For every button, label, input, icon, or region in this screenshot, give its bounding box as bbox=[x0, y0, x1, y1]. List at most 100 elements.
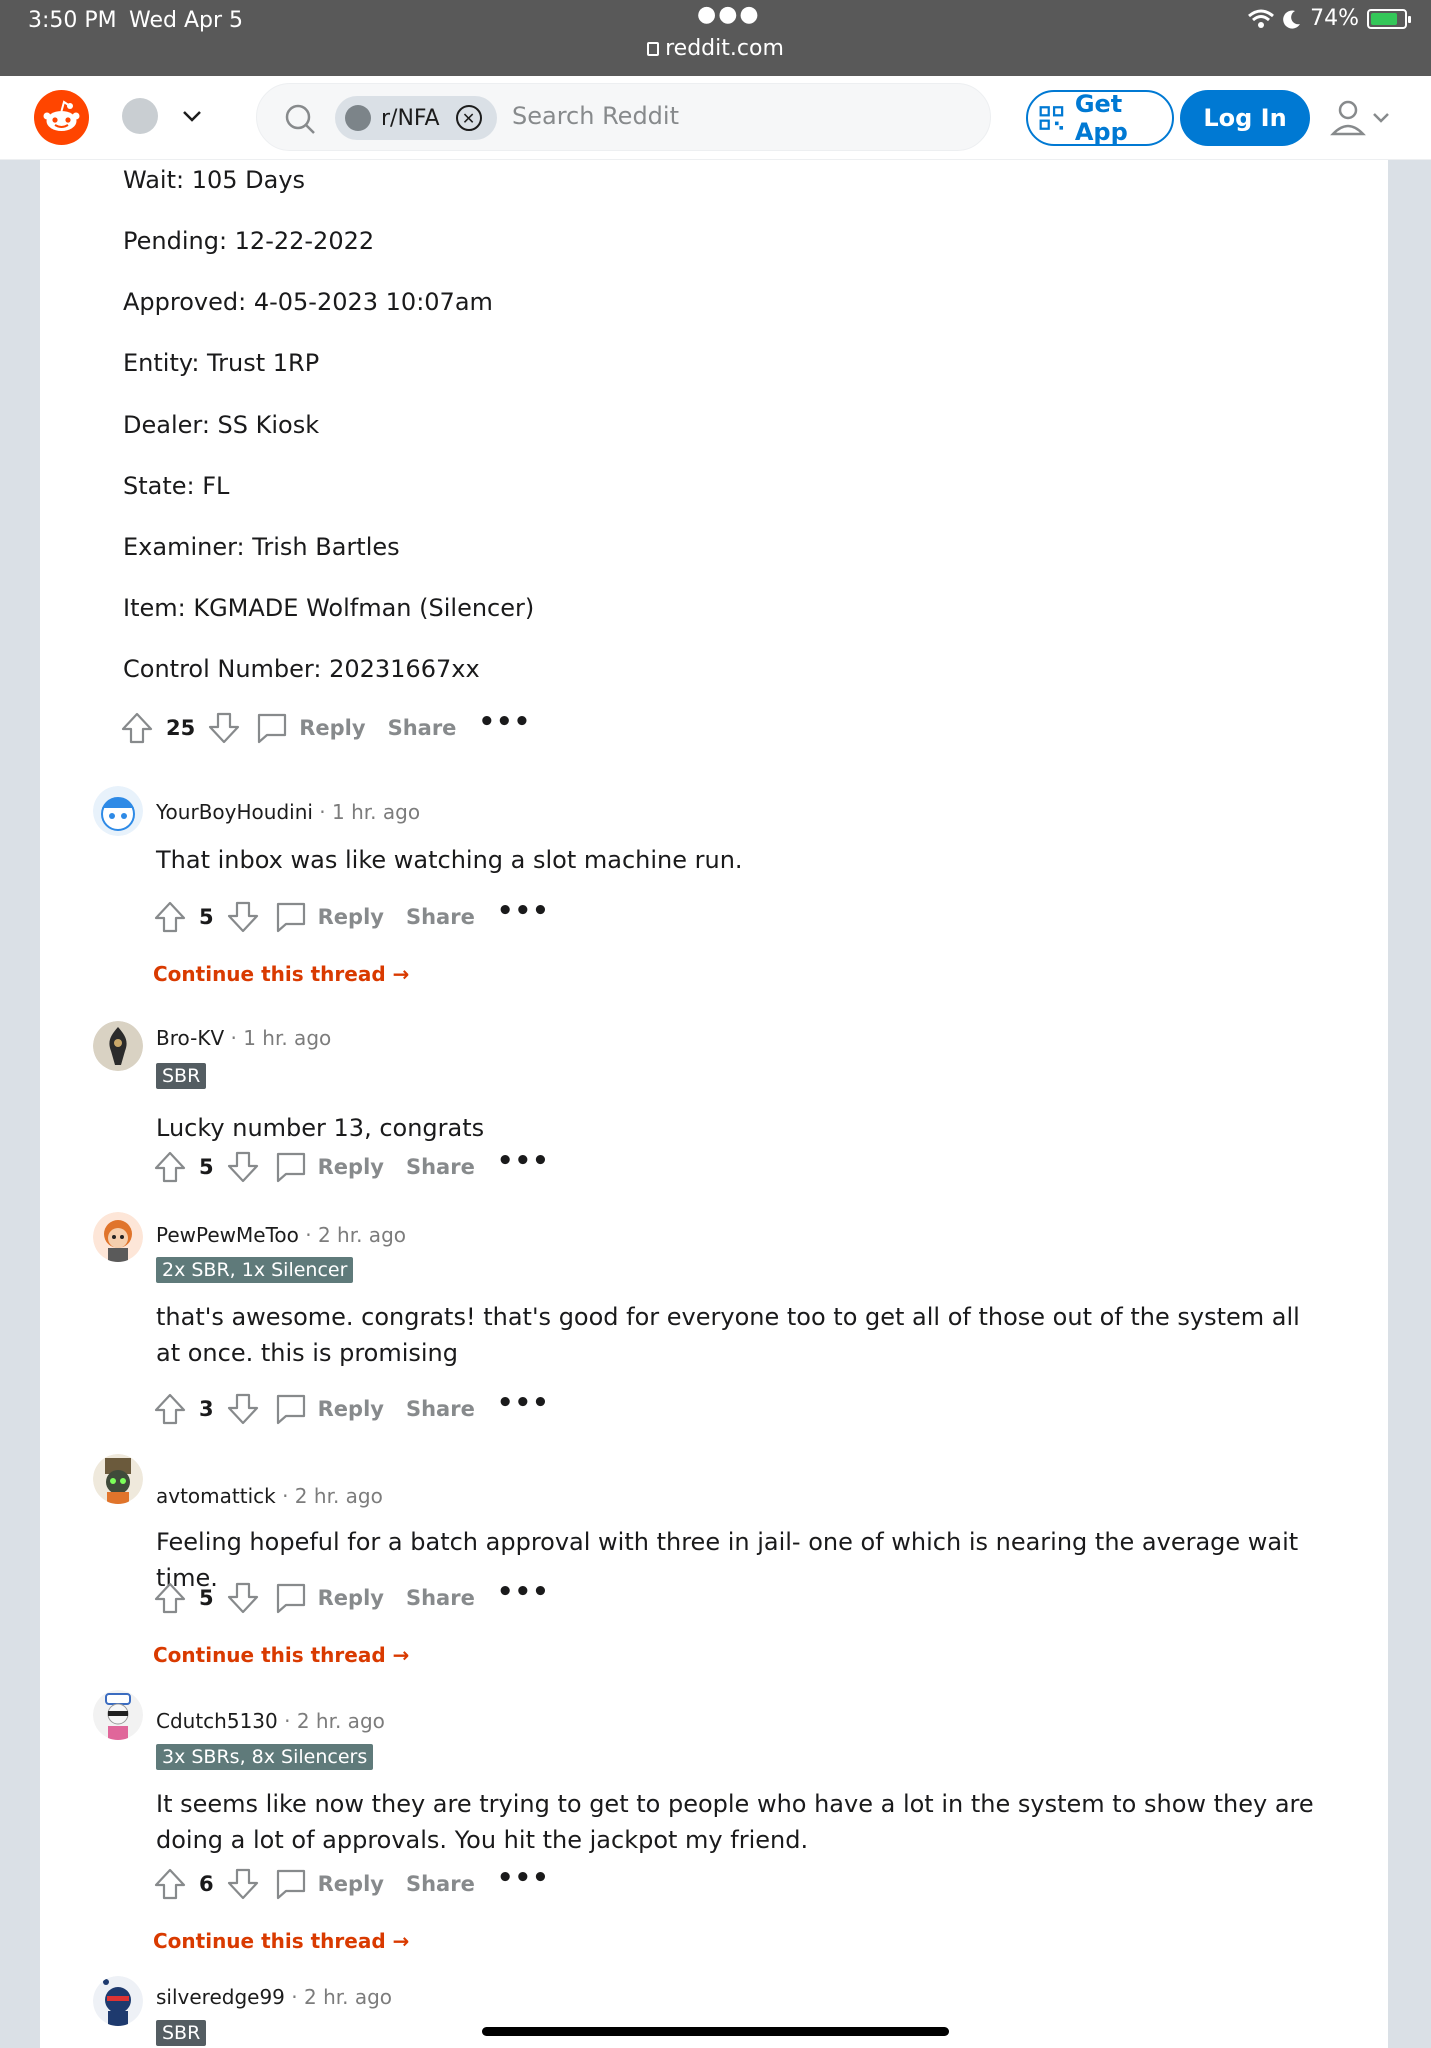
status-indicators: 74% bbox=[1248, 6, 1411, 31]
comment-action-bar: 5 Reply Share ••• bbox=[153, 1146, 550, 1187]
timestamp[interactable]: · 2 hr. ago bbox=[305, 1223, 406, 1247]
comment-meta: silveredge99 · 2 hr. ago bbox=[156, 1985, 392, 2009]
share-button[interactable]: Share bbox=[388, 716, 457, 740]
post-line: Entity: Trust 1RP bbox=[123, 349, 320, 377]
username-link[interactable]: avtomattick bbox=[156, 1484, 276, 1508]
comment-bubble-icon[interactable] bbox=[274, 900, 308, 934]
username-link[interactable]: YourBoyHoudini bbox=[156, 800, 313, 824]
downvote-icon[interactable] bbox=[226, 1150, 260, 1184]
continue-thread-link[interactable]: Continue this thread → bbox=[153, 962, 409, 986]
more-options-icon[interactable]: ••• bbox=[497, 896, 550, 926]
share-button[interactable]: Share bbox=[406, 1872, 475, 1896]
arrow-right-icon: → bbox=[392, 1929, 410, 1953]
username-link[interactable]: PewPewMeToo bbox=[156, 1223, 299, 1247]
upvote-icon[interactable] bbox=[153, 1392, 187, 1426]
more-options-icon[interactable]: ••• bbox=[497, 1577, 550, 1607]
share-button[interactable]: Share bbox=[406, 905, 475, 929]
downvote-icon[interactable] bbox=[207, 711, 241, 745]
timestamp[interactable]: · 1 hr. ago bbox=[230, 1026, 331, 1050]
comment-meta: avtomattick · 2 hr. ago bbox=[156, 1484, 383, 1508]
user-avatar[interactable] bbox=[93, 786, 143, 836]
more-options-icon[interactable]: ••• bbox=[497, 1146, 550, 1176]
continue-thread-link[interactable]: Continue this thread → bbox=[153, 1929, 409, 1953]
user-flair: SBR bbox=[156, 1063, 207, 1089]
get-app-label: Get App bbox=[1074, 90, 1128, 146]
reply-button[interactable]: Reply bbox=[318, 905, 384, 929]
timestamp[interactable]: · 1 hr. ago bbox=[319, 800, 420, 824]
share-button[interactable]: Share bbox=[406, 1397, 475, 1421]
username-link[interactable]: Cdutch5130 bbox=[156, 1709, 278, 1733]
reply-button[interactable]: Reply bbox=[318, 1155, 384, 1179]
vote-score: 5 bbox=[199, 905, 214, 929]
downvote-icon[interactable] bbox=[226, 1392, 260, 1426]
more-options-icon[interactable]: ••• bbox=[497, 1388, 550, 1418]
continue-thread-label: Continue this thread bbox=[153, 1643, 386, 1667]
downvote-icon[interactable] bbox=[226, 1581, 260, 1615]
username-link[interactable]: silveredge99 bbox=[156, 1985, 285, 2009]
vote-score: 3 bbox=[199, 1397, 214, 1421]
battery-icon bbox=[1367, 8, 1411, 29]
continue-thread-label: Continue this thread bbox=[153, 1929, 386, 1953]
status-date: Wed Apr 5 bbox=[129, 8, 244, 33]
post-line: Pending: 12-22-2022 bbox=[123, 227, 375, 255]
reply-button[interactable]: Reply bbox=[318, 1586, 384, 1610]
upvote-icon[interactable] bbox=[153, 900, 187, 934]
status-time: 3:50 PM bbox=[28, 8, 117, 33]
post-action-bar: 25 Reply Share ••• bbox=[120, 707, 531, 748]
more-options-icon[interactable]: ••• bbox=[478, 707, 531, 737]
timestamp[interactable]: · 2 hr. ago bbox=[282, 1484, 383, 1508]
moon-icon bbox=[1283, 10, 1301, 29]
timestamp[interactable]: · 2 hr. ago bbox=[291, 1985, 392, 2009]
reply-button[interactable]: Reply bbox=[318, 1397, 384, 1421]
user-flair: SBR bbox=[156, 2020, 207, 2046]
page-gutter-right bbox=[1388, 160, 1431, 2048]
reply-button[interactable]: Reply bbox=[299, 716, 365, 740]
home-indicator[interactable] bbox=[482, 2027, 949, 2036]
more-options-icon[interactable]: ••• bbox=[497, 1863, 550, 1893]
comment-bubble-icon[interactable] bbox=[274, 1581, 308, 1615]
log-in-button[interactable]: Log In bbox=[1180, 90, 1310, 146]
downvote-icon[interactable] bbox=[226, 900, 260, 934]
chevron-down-icon[interactable] bbox=[180, 104, 204, 128]
comment-action-bar: 5 Reply Share ••• bbox=[153, 1577, 550, 1618]
user-menu-icon[interactable] bbox=[1330, 98, 1394, 138]
upvote-icon[interactable] bbox=[153, 1150, 187, 1184]
user-avatar[interactable] bbox=[93, 1454, 143, 1504]
upvote-icon[interactable] bbox=[153, 1581, 187, 1615]
comment-meta: PewPewMeToo · 2 hr. ago bbox=[156, 1223, 406, 1247]
comment-bubble-icon[interactable] bbox=[274, 1150, 308, 1184]
get-app-button[interactable]: Get App bbox=[1026, 90, 1174, 146]
upvote-icon[interactable] bbox=[153, 1867, 187, 1901]
user-avatar[interactable] bbox=[93, 1690, 143, 1740]
post-line: Wait: 105 Days bbox=[123, 166, 306, 194]
timestamp[interactable]: · 2 hr. ago bbox=[284, 1709, 385, 1733]
comment-bubble-icon[interactable] bbox=[274, 1867, 308, 1901]
comment-bubble-icon[interactable] bbox=[274, 1392, 308, 1426]
wifi-icon bbox=[1248, 9, 1275, 28]
user-avatar[interactable] bbox=[93, 1976, 143, 2026]
user-avatar[interactable] bbox=[93, 1021, 143, 1071]
reply-button[interactable]: Reply bbox=[318, 1872, 384, 1896]
post-line: Dealer: SS Kiosk bbox=[123, 411, 320, 439]
upvote-icon[interactable] bbox=[120, 711, 154, 745]
tab-dots-icon[interactable]: ●●● bbox=[697, 2, 761, 27]
subreddit-filter-chip[interactable]: r/NFA ✕ bbox=[335, 96, 497, 140]
continue-thread-link[interactable]: Continue this thread → bbox=[153, 1643, 409, 1667]
qr-code-icon bbox=[1039, 106, 1064, 130]
search-bar[interactable]: r/NFA ✕ Search Reddit bbox=[256, 83, 991, 151]
subreddit-avatar-icon[interactable] bbox=[122, 98, 158, 134]
close-icon[interactable]: ✕ bbox=[455, 105, 482, 131]
downvote-icon[interactable] bbox=[226, 1867, 260, 1901]
share-button[interactable]: Share bbox=[406, 1586, 475, 1610]
search-input[interactable]: Search Reddit bbox=[512, 102, 679, 130]
subreddit-chip-avatar bbox=[345, 105, 371, 131]
url-bar[interactable]: reddit.com bbox=[0, 36, 1431, 61]
share-button[interactable]: Share bbox=[406, 1155, 475, 1179]
comment-meta: YourBoyHoudini · 1 hr. ago bbox=[156, 800, 420, 824]
comment-action-bar: 3 Reply Share ••• bbox=[153, 1388, 550, 1429]
username-link[interactable]: Bro-KV bbox=[156, 1026, 224, 1050]
comment-body: Lucky number 13, congrats bbox=[156, 1114, 485, 1142]
reddit-logo-icon[interactable] bbox=[34, 90, 89, 145]
comment-bubble-icon[interactable] bbox=[255, 711, 289, 745]
user-avatar[interactable] bbox=[93, 1212, 143, 1262]
